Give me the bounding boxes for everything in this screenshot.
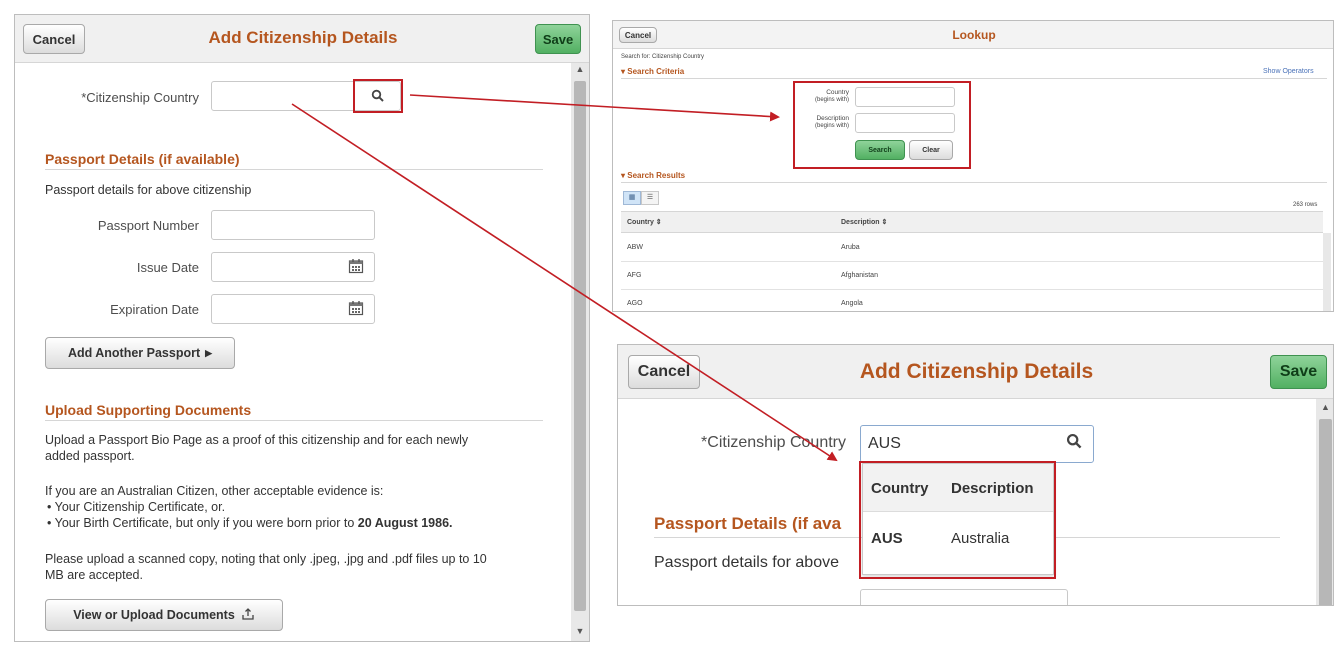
zoom-title: Add Citizenship Details [859, 360, 1094, 383]
issue-date-label: Issue Date [136, 260, 199, 275]
bullet-item: • Your Birth Certificate, but only if yo… [47, 516, 453, 530]
bullet-1-text: Your Citizenship Certificate, or. [54, 500, 226, 514]
bullet-2-date: 20 August 1986. [357, 516, 453, 530]
row-divider [621, 289, 1323, 290]
scroll-up-icon[interactable]: ▲ [571, 64, 589, 74]
grid-view-icon[interactable]: ▦ [623, 191, 641, 205]
bullet-2-text: Your Birth Certificate, but only if you … [54, 516, 358, 530]
passport-section-title: Passport Details (if available) [45, 151, 240, 167]
upload-icon [241, 607, 255, 624]
row-country[interactable]: AGO [627, 300, 643, 307]
search-for-text: Search for: Citizenship Country [621, 54, 705, 60]
highlight-box [859, 461, 1056, 579]
page-title: Add Citizenship Details [208, 28, 398, 47]
row-description[interactable]: Aruba [841, 244, 860, 251]
divider [621, 182, 1327, 183]
highlight-box [353, 79, 403, 113]
add-citizenship-panel: Cancel Add Citizenship Details Save *Cit… [14, 14, 590, 642]
passport-number-input[interactable] [211, 210, 375, 240]
zoom-citizenship-label: *Citizenship Country [701, 434, 846, 451]
upload-text-1b: added passport. [45, 449, 135, 463]
row-description[interactable]: Angola [841, 300, 863, 307]
divider [621, 78, 1327, 79]
divider [45, 169, 543, 170]
upload-text-1a: Upload a Passport Bio Page as a proof of… [45, 433, 469, 447]
results-header-row [621, 211, 1323, 233]
column-header-description[interactable]: Description ⇕ [841, 218, 887, 226]
search-icon[interactable] [1066, 433, 1083, 455]
upload-section-title: Upload Supporting Documents [45, 402, 252, 418]
upload-text-3b: MB are accepted. [45, 568, 143, 582]
row-divider [621, 261, 1323, 262]
passport-number-label: Passport Number [97, 218, 199, 233]
add-another-passport-button[interactable]: Add Another Passport ▶ [45, 337, 235, 369]
chevron-right-icon: ▶ [205, 347, 213, 358]
citizenship-country-label: *Citizenship Country [81, 90, 199, 105]
zoom-header: Cancel Add Citizenship Details Save [618, 345, 1333, 399]
panel-header: Cancel Add Citizenship Details Save [15, 15, 589, 63]
zoom-passport-title: Passport Details (if ava [654, 514, 842, 533]
lookup-header: Cancel Lookup [613, 21, 1333, 49]
list-view-icon[interactable]: ☰ [641, 191, 659, 205]
calendar-icon[interactable] [348, 258, 364, 277]
zoomed-citizenship-panel: Cancel Add Citizenship Details Save *Cit… [617, 344, 1334, 606]
add-passport-label: Add Another Passport [67, 346, 201, 360]
rows-count: 263 rows [1293, 202, 1318, 208]
upload-text-3a: Please upload a scanned copy, noting tha… [45, 552, 487, 566]
search-results-title[interactable]: ▾ Search Results [621, 171, 685, 180]
col-country-label: Country [627, 219, 654, 226]
search-criteria-label: Search Criteria [627, 67, 685, 76]
highlight-box [793, 81, 971, 169]
col-description-label: Description [841, 219, 880, 226]
upload-text-2: If you are an Australian Citizen, other … [45, 484, 384, 498]
scroll-thumb[interactable] [574, 81, 586, 611]
show-operators-link[interactable]: Show Operators [1263, 68, 1314, 75]
passport-intro-text: Passport details for above citizenship [45, 183, 252, 197]
row-country[interactable]: ABW [627, 244, 643, 251]
zoom-country-value: AUS [868, 435, 901, 452]
scroll-up-icon[interactable]: ▲ [1316, 402, 1333, 412]
row-description[interactable]: Afghanistan [841, 272, 878, 279]
view-upload-documents-button[interactable]: View or Upload Documents [45, 599, 283, 631]
zoom-passport-intro: Passport details for above [654, 554, 839, 571]
scroll-thumb[interactable] [1319, 419, 1332, 605]
lookup-panel: Cancel Lookup Search for: Citizenship Co… [612, 20, 1334, 312]
search-results-label: Search Results [627, 171, 686, 180]
view-upload-label: View or Upload Documents [73, 608, 235, 622]
scroll-down-icon[interactable]: ▼ [571, 626, 589, 636]
calendar-icon[interactable] [348, 300, 364, 319]
lookup-title: Lookup [952, 28, 996, 42]
divider [45, 420, 543, 421]
bullet-item: • Your Citizenship Certificate, or. [47, 500, 226, 514]
scrollbar[interactable] [1323, 233, 1331, 311]
row-country[interactable]: AFG [627, 272, 641, 279]
save-button[interactable]: Save [535, 24, 581, 54]
search-criteria-title[interactable]: ▾ Search Criteria [621, 67, 684, 76]
zoom-save-button[interactable]: Save [1270, 355, 1327, 389]
expiration-date-label: Expiration Date [110, 302, 199, 317]
column-header-country[interactable]: Country ⇕ [627, 218, 662, 226]
passport-number-input[interactable] [860, 589, 1068, 605]
